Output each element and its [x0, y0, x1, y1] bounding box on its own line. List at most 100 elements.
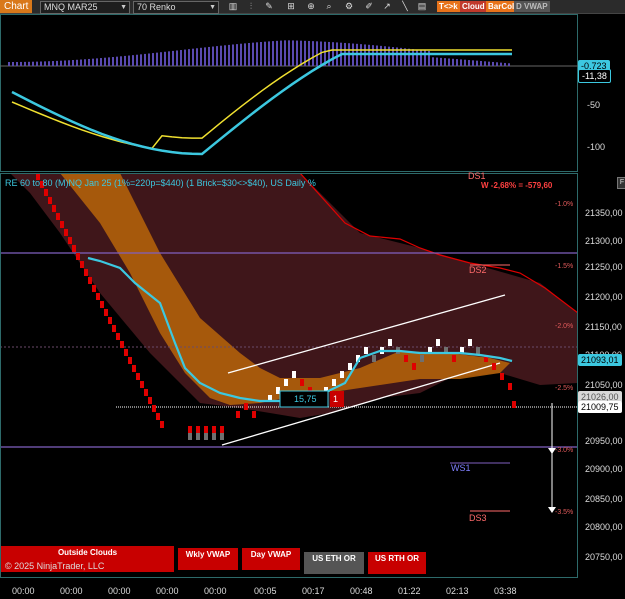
zoom-icon[interactable]: ⌕ [323, 1, 335, 12]
renko-brick [88, 277, 92, 284]
weekly-vwap-button[interactable]: Wkly VWAP [178, 548, 238, 570]
time-axis-label: 00:00 [156, 586, 179, 596]
current-price-tag: 21093,01 [578, 354, 622, 366]
histogram-bar [108, 57, 110, 66]
histogram-bar [416, 49, 418, 66]
renko-brick [220, 426, 224, 433]
price-axis-label: 21300,00 [585, 236, 623, 246]
cloud-toggle-button[interactable]: Cloud [460, 1, 487, 12]
renko-brick [204, 426, 208, 433]
histogram-bar [36, 61, 38, 66]
level-ds2-label: DS2 [469, 265, 487, 275]
renko-brick [388, 339, 392, 346]
histogram-bar [312, 41, 314, 66]
renko-brick [152, 405, 156, 412]
histogram-bar [224, 45, 226, 66]
renko-brick [72, 245, 76, 252]
histogram-bar [404, 48, 406, 66]
histogram-bar [48, 61, 50, 66]
renko-brick [492, 363, 496, 370]
renko-brick [512, 401, 516, 408]
price-axis-label: 20750,00 [585, 552, 623, 562]
histogram-bar [144, 53, 146, 66]
time-axis-label: 02:13 [446, 586, 469, 596]
renko-brick [100, 301, 104, 308]
histogram-bar [464, 59, 466, 66]
draw-arrow-icon[interactable]: ↗ [381, 1, 393, 12]
renko-brick [44, 189, 48, 196]
renko-brick [144, 389, 148, 396]
renko-brick [500, 373, 504, 380]
histogram-bar [408, 48, 410, 66]
instrument-selector[interactable]: MNQ MAR25 ▼ [40, 1, 130, 14]
price-axis-label: 21150,00 [585, 322, 622, 332]
properties-icon[interactable]: ⚙ [343, 1, 355, 12]
draw-line-icon[interactable]: ╲ [399, 1, 411, 12]
histogram-bar [168, 51, 170, 66]
indicators-icon[interactable]: ⫶ [245, 1, 257, 12]
histogram-bar [128, 55, 130, 66]
renko-brick [160, 421, 164, 428]
panel-f-button[interactable]: F [617, 177, 625, 189]
histogram-bar [336, 42, 338, 66]
histogram-bar [120, 56, 122, 66]
bar-type-selector[interactable]: 70 Renko ▼ [133, 1, 219, 14]
histogram-bar [104, 57, 106, 66]
us-rth-or-button[interactable]: US RTH OR [368, 552, 426, 574]
time-axis-label: 00:48 [350, 586, 373, 596]
histogram-bar [228, 44, 230, 66]
strategy-icon[interactable]: ✎ [263, 1, 275, 12]
price-plot [1, 174, 577, 513]
price-axis-label: 21350,00 [585, 208, 623, 218]
histogram-bar [64, 60, 66, 66]
tick-toggle-button[interactable]: T<>k [437, 1, 460, 12]
renko-brick [276, 387, 280, 394]
histogram-bar [448, 58, 450, 66]
renko-brick [404, 355, 408, 362]
histogram-bar [8, 62, 10, 66]
histogram-bar [256, 42, 258, 66]
data-box-icon[interactable]: ▤ [416, 1, 428, 12]
histogram-bar [244, 43, 246, 66]
last-price-tag: 21009,75 [578, 401, 622, 413]
renko-brick [332, 379, 336, 386]
template-icon[interactable]: ⊞ [285, 1, 297, 12]
bar-chart-icon[interactable]: ▥ [227, 1, 239, 12]
histogram-bar [484, 61, 486, 66]
renko-brick [244, 403, 248, 410]
histogram-bar [456, 59, 458, 66]
renko-brick [300, 379, 304, 386]
histogram-bar [440, 57, 442, 66]
renko-brick [468, 339, 472, 346]
renko-brick [120, 341, 124, 348]
renko-brick [52, 205, 56, 212]
instrument-label: MNQ MAR25 [44, 2, 98, 12]
histogram-bar [472, 60, 474, 66]
renko-brick [348, 363, 352, 370]
histogram-bar [496, 62, 498, 66]
histogram-bar [72, 60, 74, 66]
day-vwap-button[interactable]: Day VWAP [242, 548, 300, 570]
histogram-bar [280, 40, 282, 66]
barcol-toggle-button[interactable]: BarCol [486, 1, 517, 12]
histogram-bar [96, 58, 98, 66]
crosshair-icon[interactable]: ⊕ [305, 1, 317, 12]
time-axis-label: 00:00 [204, 586, 227, 596]
histogram-bar [476, 60, 478, 66]
histogram-bar [444, 58, 446, 66]
pct-label: -3.5% [555, 509, 574, 516]
histogram-bar [452, 58, 454, 66]
drawing-icon[interactable]: ✐ [363, 1, 375, 12]
time-axis-label: 00:00 [60, 586, 83, 596]
histogram-bar [164, 51, 166, 66]
price-axis-label: 21200,00 [585, 292, 623, 302]
weekly-change-text: W -2,68% = -579,60 [481, 181, 553, 190]
chart-tab[interactable]: Chart [0, 0, 33, 13]
renko-brick [476, 347, 480, 354]
us-eth-or-button[interactable]: US ETH OR [304, 552, 364, 574]
osc-value-tag-2: -11,38 [578, 69, 611, 83]
histogram-bar [376, 45, 378, 66]
dvwap-toggle-button[interactable]: D VWAP [514, 1, 550, 12]
histogram-bar [32, 61, 34, 66]
renko-brick [284, 379, 288, 386]
